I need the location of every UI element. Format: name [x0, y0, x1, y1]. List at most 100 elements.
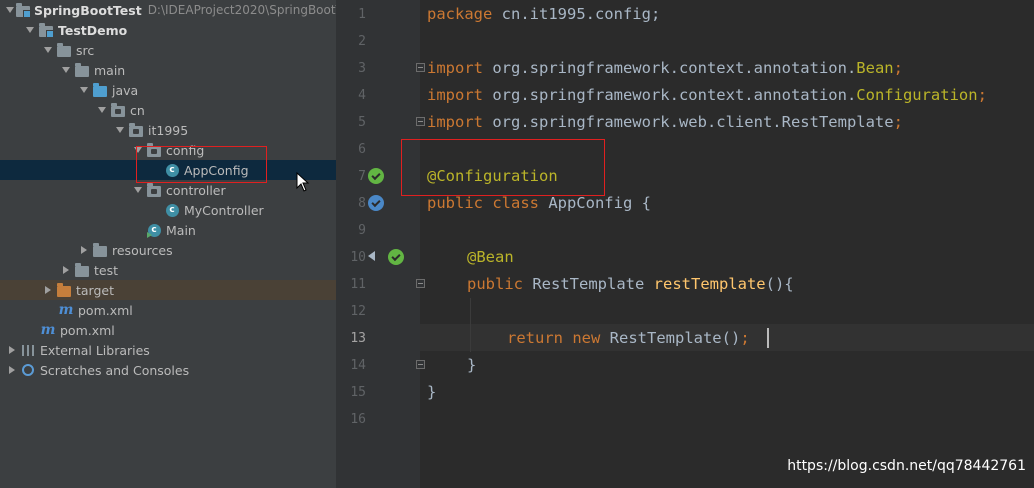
spring-bean-icon[interactable]	[368, 168, 384, 184]
fold-marker-icon[interactable]	[416, 117, 425, 126]
line-number: 6	[358, 142, 366, 157]
tree-item-label: pom.xml	[78, 302, 133, 318]
line-number: 5	[358, 115, 366, 130]
fold-marker-icon[interactable]	[416, 63, 425, 72]
annotation: @Bean	[467, 248, 514, 266]
code-line-10[interactable]: @Bean	[467, 244, 514, 271]
tree-item-label: it1995	[148, 122, 189, 138]
code-line-14[interactable]: }	[467, 352, 476, 379]
code-text: }	[467, 356, 477, 374]
tree-item-src[interactable]: src	[0, 40, 336, 60]
tree-item-cn[interactable]: cn	[0, 100, 336, 120]
spring-bean-icon[interactable]	[388, 249, 404, 265]
expand-arrow-icon[interactable]	[114, 120, 126, 140]
line-number: 13	[350, 331, 366, 346]
tree-item-pom-module[interactable]: m pom.xml	[0, 300, 336, 320]
code-line-1[interactable]: package cn.it1995.config;	[427, 1, 660, 28]
resources-folder-icon	[92, 242, 108, 258]
keyword: import	[427, 86, 483, 104]
scratches-icon	[20, 362, 36, 378]
expand-arrow-icon[interactable]	[6, 0, 14, 20]
tree-item-main[interactable]: main	[0, 60, 336, 80]
code-text: }	[427, 383, 437, 401]
tree-item-test[interactable]: test	[0, 260, 336, 280]
code-text: AppConfig {	[538, 194, 651, 212]
tree-item-label: resources	[112, 242, 173, 258]
line-number: 11	[350, 277, 366, 292]
collapse-arrow-icon[interactable]	[6, 360, 18, 380]
line-number: 7	[358, 169, 366, 184]
collapse-arrow-icon[interactable]	[42, 280, 54, 300]
expand-arrow-icon[interactable]	[132, 180, 144, 200]
collapse-arrow-icon[interactable]	[60, 260, 72, 280]
code-line-13[interactable]: return new RestTemplate();	[507, 325, 750, 352]
tree-item-controller[interactable]: controller	[0, 180, 336, 200]
tree-item-label: Main	[166, 222, 196, 238]
code-line-15[interactable]: }	[427, 379, 436, 406]
tree-item-label: main	[94, 62, 126, 78]
tree-item-main-class[interactable]: c Main	[0, 220, 336, 240]
code-text: org.springframework.context.annotation.	[483, 86, 857, 104]
project-tree-panel: SpringBootTest D:\IDEAProject2020\Spring…	[0, 0, 336, 488]
code-line-11[interactable]: public RestTemplate restTemplate(){	[467, 271, 794, 298]
tree-item-label: SpringBootTest	[34, 2, 142, 18]
code-text: RestTemplate()	[600, 329, 741, 347]
collapse-arrow-icon[interactable]	[78, 240, 90, 260]
line-number: 16	[350, 412, 366, 427]
code-text: org.springframework.web.client.RestTempl…	[483, 113, 894, 131]
semicolon: ;	[893, 113, 903, 131]
tree-item-label: test	[94, 262, 119, 278]
tree-item-label: TestDemo	[58, 22, 128, 38]
fold-marker-icon[interactable]	[416, 279, 425, 288]
tree-item-label: src	[76, 42, 95, 58]
expand-arrow-icon[interactable]	[42, 40, 54, 60]
text-caret	[767, 328, 769, 348]
tree-item-external-libraries[interactable]: External Libraries	[0, 340, 336, 360]
tree-item-scratches[interactable]: Scratches and Consoles	[0, 360, 336, 380]
tree-item-target[interactable]: target	[0, 280, 336, 300]
line-number: 8	[358, 196, 366, 211]
tree-item-resources[interactable]: resources	[0, 240, 336, 260]
module-folder-icon	[16, 2, 31, 18]
tree-item-label: java	[112, 82, 139, 98]
package-icon	[110, 102, 126, 118]
tree-item-testdemo[interactable]: TestDemo	[0, 20, 336, 40]
fold-marker-icon[interactable]	[416, 360, 425, 369]
folder-icon	[74, 62, 90, 78]
highlight-box-tree	[136, 146, 267, 183]
tree-item-label: External Libraries	[40, 342, 150, 358]
line-number: 14	[350, 358, 366, 373]
tree-item-it1995[interactable]: it1995	[0, 120, 336, 140]
tree-item-label: Scratches and Consoles	[40, 362, 190, 378]
tree-item-mycontroller[interactable]: c MyController	[0, 200, 336, 220]
line-number: 10	[350, 250, 366, 265]
tree-item-java[interactable]: java	[0, 80, 336, 100]
code-line-4[interactable]: import org.springframework.context.annot…	[427, 82, 987, 109]
tree-item-label: cn	[130, 102, 145, 118]
expand-arrow-icon[interactable]	[24, 20, 36, 40]
expand-arrow-icon[interactable]	[60, 60, 72, 80]
navigate-arrow-icon[interactable]	[368, 251, 375, 261]
line-number: 3	[358, 61, 366, 76]
highlight-box-editor	[401, 139, 605, 196]
keyword: import	[427, 113, 483, 131]
line-number: 15	[350, 385, 366, 400]
collapse-arrow-icon[interactable]	[6, 340, 18, 360]
expand-arrow-icon[interactable]	[96, 100, 108, 120]
keyword: package	[427, 5, 493, 23]
tree-item-springboottest[interactable]: SpringBootTest D:\IDEAProject2020\Spring…	[0, 0, 336, 20]
source-folder-icon	[92, 82, 108, 98]
folder-icon	[74, 262, 90, 278]
expand-arrow-icon[interactable]	[78, 80, 90, 100]
mouse-cursor-icon	[296, 172, 310, 192]
code-line-3[interactable]: import org.springframework.context.annot…	[427, 55, 903, 82]
code-line-5[interactable]: import org.springframework.web.client.Re…	[427, 109, 903, 136]
keyword: return new	[507, 329, 601, 347]
keyword: public class	[427, 194, 539, 212]
watermark: https://blog.csdn.net/qq78442761	[787, 458, 1026, 474]
spring-config-icon[interactable]	[368, 195, 384, 211]
method-name: restTemplate	[653, 275, 766, 293]
line-number: 4	[358, 88, 366, 103]
tree-item-pom-root[interactable]: m pom.xml	[0, 320, 336, 340]
folder-icon	[56, 42, 72, 58]
